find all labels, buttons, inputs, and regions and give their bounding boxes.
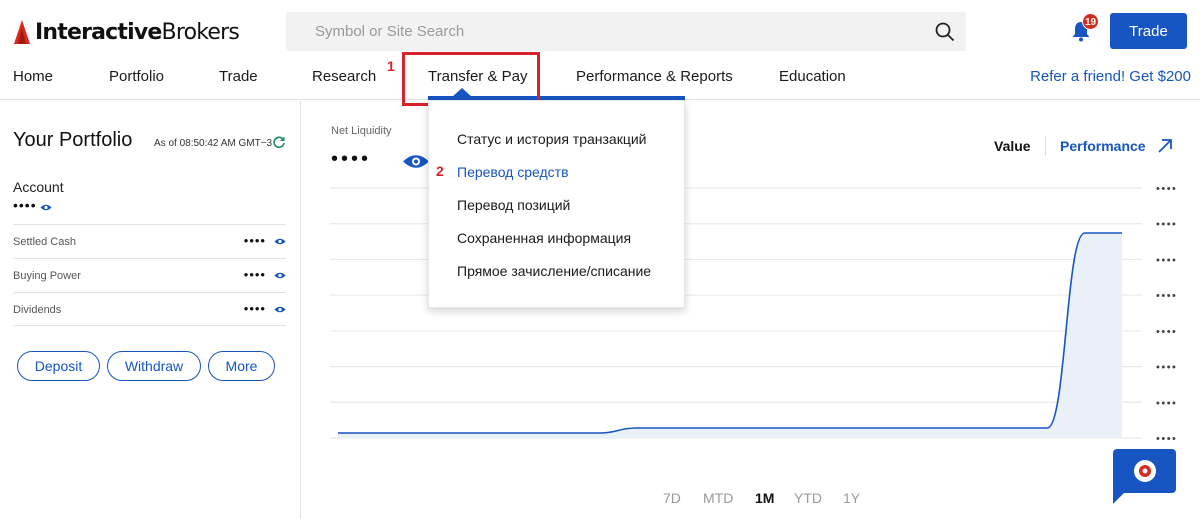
chat-assistant-icon[interactable] [1133,459,1157,483]
dividends-row: Dividends •••• [13,292,286,326]
dividends-label: Dividends [13,304,62,316]
range-1m[interactable]: 1M [755,490,774,506]
buying-power-label: Buying Power [13,270,81,282]
net-liquidity-value: •••• [331,148,372,170]
chart-axis-labels: •••• •••• •••• •••• •••• •••• •••• •••• [1156,183,1177,445]
show-account-eye-icon[interactable] [40,203,52,212]
nav-trade[interactable]: Trade [219,68,258,85]
chart-axis-tick-label: •••• [1156,183,1177,195]
range-mtd[interactable]: MTD [703,490,733,506]
site-search[interactable] [286,12,966,51]
search-input[interactable] [286,12,926,51]
show-settled-cash-eye-icon[interactable] [274,237,286,246]
search-icon[interactable] [934,21,956,43]
chart-axis-tick-label: •••• [1156,326,1177,338]
chart-axis-tick-label: •••• [1156,397,1177,409]
ib-logo-mark-icon [14,20,30,44]
chart-axis-tick-label: •••• [1156,254,1177,266]
annotation-highlight-box [402,52,540,106]
nav-performance-reports[interactable]: Performance & Reports [576,68,733,85]
nav-portfolio[interactable]: Portfolio [109,68,164,85]
portfolio-timestamp: As of 08:50:42 AM GMT−3 [154,138,273,149]
tab-separator [1045,136,1046,156]
chart-axis-tick-label: •••• [1156,290,1177,302]
chat-bubble-tail [1113,490,1127,504]
nav-research[interactable]: Research [312,68,376,85]
refer-friend-link[interactable]: Refer a friend! Get $200 [1030,68,1191,85]
dd-saved-information[interactable]: Сохраненная информация [457,230,631,246]
range-ytd[interactable]: YTD [794,490,822,506]
dd-direct-deposit-withdrawal[interactable]: Прямое зачисление/списание [457,263,651,279]
settled-cash-row: Settled Cash •••• [13,224,286,258]
portfolio-title: Your Portfolio [13,129,133,151]
settled-cash-label: Settled Cash [13,236,76,248]
show-buying-power-eye-icon[interactable] [274,271,286,280]
chart-axis-tick-label: •••• [1156,219,1177,231]
tab-performance[interactable]: Performance [1060,138,1146,154]
account-value: •••• [13,197,37,213]
dd-transfer-positions[interactable]: Перевод позиций [457,197,570,213]
more-button[interactable]: More [208,351,275,381]
annotation-step-2: 2 [436,163,444,179]
chart-axis-tick-label: •••• [1156,433,1177,445]
range-1y[interactable]: 1Y [843,490,860,506]
ib-logo[interactable]: InteractiveBrokers [13,18,240,46]
trade-button[interactable]: Trade [1110,13,1187,49]
range-7d[interactable]: 7D [663,490,681,506]
account-label: Account [13,179,64,195]
tab-value[interactable]: Value [994,138,1031,154]
refresh-icon[interactable] [272,135,286,149]
portfolio-panel: Your Portfolio As of 08:50:42 AM GMT−3 A… [0,101,301,519]
dividends-value: •••• [243,301,266,316]
show-dividends-eye-icon[interactable] [274,305,286,314]
withdraw-button[interactable]: Withdraw [107,351,201,381]
buying-power-row: Buying Power •••• [13,258,286,292]
expand-arrow-icon[interactable] [1157,138,1173,154]
net-liquidity-label: Net Liquidity [331,125,392,137]
annotation-step-1: 1 [387,58,395,74]
dd-transfer-funds[interactable]: Перевод средств [457,164,569,180]
nav-home[interactable]: Home [13,68,53,85]
deposit-button[interactable]: Deposit [17,351,100,381]
buying-power-value: •••• [243,267,266,282]
ib-logo-text: InteractiveBrokers [35,19,240,45]
transfer-pay-dropdown: Статус и история транзакций Перевод сред… [428,100,685,308]
dd-transaction-status-history[interactable]: Статус и история транзакций [457,131,647,147]
settled-cash-value: •••• [243,233,266,248]
show-net-liquidity-eye-icon[interactable] [402,153,430,170]
main-nav: Home Portfolio Trade Research Transfer &… [0,60,1200,100]
notification-count-badge: 19 [1082,13,1099,30]
chart-axis-tick-label: •••• [1156,362,1177,374]
nav-education[interactable]: Education [779,68,846,85]
